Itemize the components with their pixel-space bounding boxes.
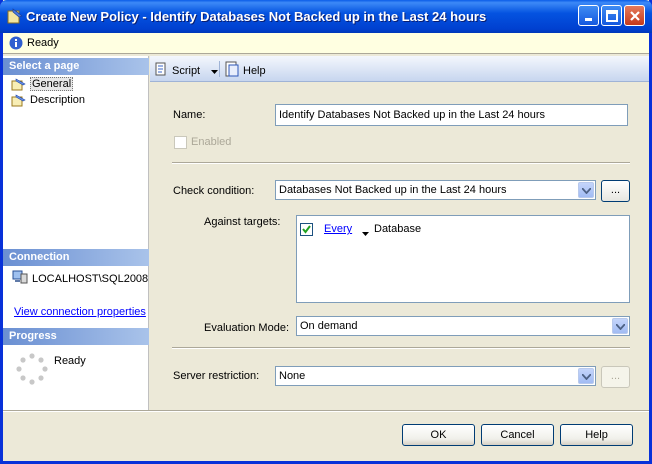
page-icon bbox=[11, 77, 26, 91]
left-panel: Select a page General Description Connec… bbox=[3, 56, 149, 411]
progress-status: Ready bbox=[54, 355, 86, 367]
cancel-button[interactable]: Cancel bbox=[481, 424, 554, 446]
script-button[interactable]: Script bbox=[153, 61, 219, 80]
minimize-button[interactable] bbox=[578, 5, 599, 26]
window-title: Create New Policy - Identify Databases N… bbox=[26, 9, 487, 24]
help-icon bbox=[224, 61, 240, 80]
server-restriction-select[interactable]: None bbox=[275, 366, 596, 386]
server-icon bbox=[12, 270, 28, 287]
help-label: Help bbox=[243, 64, 266, 77]
page-icon bbox=[11, 93, 26, 107]
target-dropdown-icon[interactable] bbox=[362, 227, 369, 239]
progress-header: Progress bbox=[3, 328, 149, 345]
select-page-header: Select a page bbox=[3, 58, 149, 75]
check-icon bbox=[302, 225, 311, 234]
target-object: Database bbox=[374, 223, 422, 235]
evaluation-mode-value: On demand bbox=[300, 320, 358, 332]
against-targets-label: Against targets: bbox=[204, 216, 281, 228]
page-item-general[interactable]: General bbox=[11, 77, 74, 91]
target-checkbox[interactable] bbox=[300, 223, 313, 236]
targets-list: Every Database bbox=[296, 215, 630, 303]
check-condition-value: Databases Not Backed up in the Last 24 h… bbox=[279, 184, 507, 196]
check-condition-select[interactable]: Databases Not Backed up in the Last 24 h… bbox=[275, 180, 596, 200]
page-label: General bbox=[30, 77, 74, 91]
enabled-label: Enabled bbox=[191, 136, 232, 148]
progress-spinner-icon bbox=[16, 353, 48, 388]
toolbar-separator bbox=[219, 61, 220, 77]
title-bar[interactable]: Create New Policy - Identify Databases N… bbox=[0, 0, 652, 33]
dialog-window: Create New Policy - Identify Databases N… bbox=[0, 0, 652, 464]
connection-server: LOCALHOST\SQL2008 bbox=[12, 270, 148, 287]
status-text: Ready bbox=[27, 37, 59, 49]
info-icon bbox=[9, 36, 23, 50]
page-label: Description bbox=[30, 94, 86, 106]
connection-header: Connection bbox=[3, 249, 149, 266]
evaluation-mode-select[interactable]: On demand bbox=[296, 316, 630, 336]
script-icon bbox=[153, 61, 169, 80]
check-condition-label: Check condition: bbox=[173, 185, 255, 197]
maximize-button[interactable] bbox=[601, 5, 622, 26]
server-name: LOCALHOST\SQL2008 bbox=[32, 272, 149, 285]
chevron-down-icon[interactable] bbox=[578, 182, 594, 198]
enabled-checkbox[interactable] bbox=[174, 136, 187, 149]
toolbar: Script Help bbox=[150, 56, 649, 82]
script-label: Script bbox=[172, 64, 201, 77]
server-restriction-browse-button[interactable]: ... bbox=[601, 366, 630, 388]
target-every-link[interactable]: Every bbox=[324, 223, 352, 235]
server-restriction-label: Server restriction: bbox=[173, 370, 260, 382]
name-field[interactable]: Identify Databases Not Backed up in the … bbox=[275, 104, 628, 126]
close-button[interactable] bbox=[624, 5, 645, 26]
chevron-down-icon[interactable] bbox=[578, 368, 594, 384]
view-connection-properties-link[interactable]: View connection properties bbox=[14, 306, 146, 318]
script-dropdown-icon[interactable] bbox=[211, 65, 219, 77]
check-condition-browse-button[interactable]: ... bbox=[601, 180, 630, 202]
evaluation-mode-label: Evaluation Mode: bbox=[204, 322, 289, 334]
divider bbox=[172, 347, 630, 349]
help-toolbar-button[interactable]: Help bbox=[224, 61, 266, 80]
policy-icon bbox=[7, 8, 23, 24]
server-restriction-value: None bbox=[279, 370, 306, 382]
chevron-down-icon[interactable] bbox=[612, 318, 628, 334]
status-bar: Ready bbox=[3, 33, 649, 54]
help-button[interactable]: Help bbox=[560, 424, 633, 446]
page-item-description[interactable]: Description bbox=[11, 93, 85, 107]
ok-button[interactable]: OK bbox=[402, 424, 475, 446]
divider bbox=[172, 162, 630, 164]
name-label: Name: bbox=[173, 109, 206, 121]
footer-divider bbox=[3, 410, 649, 412]
right-panel: Script Help Name: Identify Databases Not… bbox=[150, 56, 649, 411]
